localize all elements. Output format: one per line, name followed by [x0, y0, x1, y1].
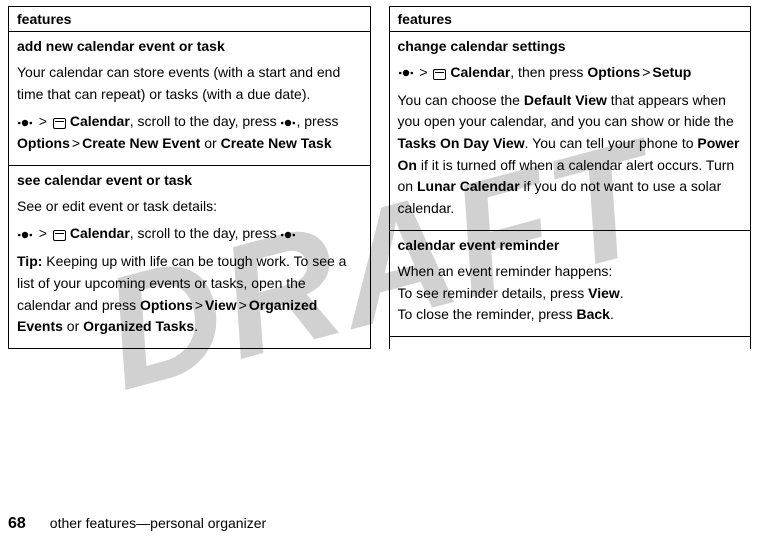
setup-label: Setup: [652, 64, 691, 80]
period: .: [620, 285, 624, 301]
txt: To close the reminder, press: [398, 306, 577, 322]
title-see: see calendar event or task: [17, 172, 362, 188]
calendar-icon: [53, 118, 66, 129]
calendar-label: Calendar: [70, 225, 130, 241]
line1: When an event reminder happens:: [398, 261, 743, 283]
gt: >: [37, 225, 49, 241]
right-column: features change calendar settings > Cale…: [389, 6, 752, 349]
tip-see: Tip: Keeping up with life can be tough w…: [17, 251, 362, 338]
right-header: features: [390, 7, 751, 32]
path-change: > Calendar, then press Options>Setup: [398, 62, 743, 84]
txt: , scroll to the day, press: [130, 113, 281, 129]
txt: You can choose the: [398, 92, 524, 108]
line3: To close the reminder, press Back.: [398, 304, 743, 326]
page-footer: 68 other features—personal organizer: [8, 515, 266, 533]
title-reminder: calendar event reminder: [398, 237, 743, 253]
section-reminder: calendar event reminder When an event re…: [390, 231, 751, 337]
gt: >: [37, 113, 49, 129]
left-header: features: [9, 7, 370, 32]
gt: >: [193, 297, 205, 313]
line2: To see reminder details, press View.: [398, 283, 743, 305]
nav-key-icon: [17, 229, 33, 241]
or: or: [63, 318, 83, 334]
options-label: Options: [17, 135, 70, 151]
calendar-label: Calendar: [70, 113, 130, 129]
gt: >: [417, 64, 429, 80]
section-change-settings: change calendar settings > Calendar, the…: [390, 32, 751, 231]
lunar-calendar: Lunar Calendar: [417, 178, 520, 194]
desc-add: Your calendar can store events (with a s…: [17, 62, 362, 105]
txt: . You can tell your phone to: [525, 135, 698, 151]
footer-text: other features—personal organizer: [50, 515, 266, 531]
desc-see: See or edit event or task details:: [17, 196, 362, 218]
txt: , press: [296, 113, 338, 129]
period: .: [610, 306, 614, 322]
title-change: change calendar settings: [398, 38, 743, 54]
calendar-icon: [433, 69, 446, 80]
txt: To see reminder details, press: [398, 285, 589, 301]
options-label: Options: [587, 64, 640, 80]
then: , then press: [510, 64, 587, 80]
view-label: View: [205, 297, 237, 313]
title-add: add new calendar event or task: [17, 38, 362, 54]
view-label: View: [588, 285, 620, 301]
page-columns: features add new calendar event or task …: [0, 0, 759, 349]
tip-label: Tip:: [17, 253, 42, 269]
nav-key-icon: [280, 117, 296, 129]
calendar-label: Calendar: [450, 64, 510, 80]
page-number: 68: [8, 515, 26, 533]
options-label: Options: [140, 297, 193, 313]
left-column: features add new calendar event or task …: [8, 6, 371, 349]
body-change: You can choose the Default View that app…: [398, 90, 743, 220]
organized-tasks: Organized Tasks: [83, 318, 194, 334]
create-new-task: Create New Task: [221, 135, 332, 151]
nav-key-icon: [17, 117, 33, 129]
create-new-event: Create New Event: [82, 135, 200, 151]
default-view: Default View: [524, 92, 607, 108]
nav-key-icon: [398, 67, 414, 79]
period: .: [194, 318, 198, 334]
gt: >: [640, 64, 652, 80]
section-see-event: see calendar event or task See or edit e…: [9, 166, 370, 349]
tasks-on-day: Tasks On Day View: [398, 135, 525, 151]
back-label: Back: [576, 306, 609, 322]
path-see: > Calendar, scroll to the day, press: [17, 223, 362, 245]
path-add: > Calendar, scroll to the day, press , p…: [17, 111, 362, 154]
section-add-event: add new calendar event or task Your cale…: [9, 32, 370, 166]
gt: >: [237, 297, 249, 313]
or: or: [200, 135, 220, 151]
gt: >: [70, 135, 82, 151]
txt: , scroll to the day, press: [130, 225, 281, 241]
calendar-icon: [53, 230, 66, 241]
nav-key-icon: [280, 229, 296, 241]
